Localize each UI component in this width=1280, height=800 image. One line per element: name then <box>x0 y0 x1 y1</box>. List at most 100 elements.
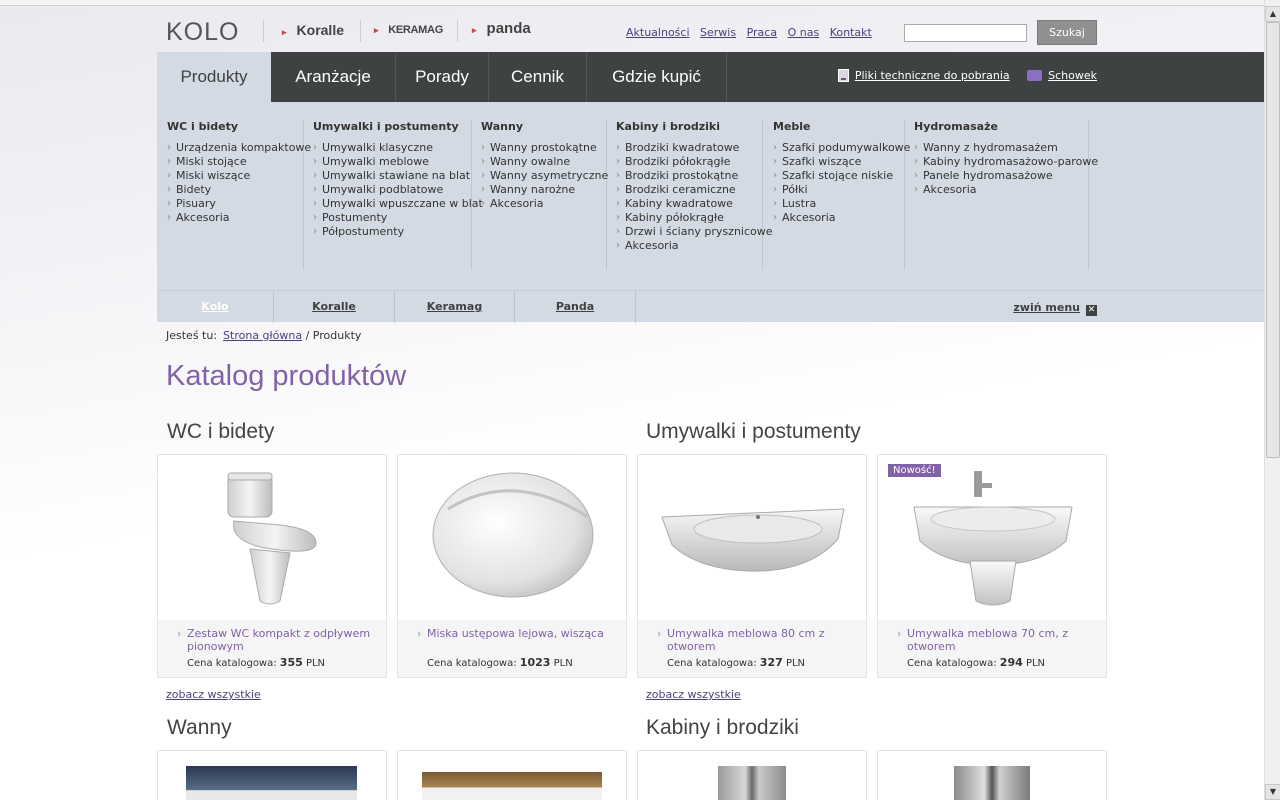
menu-item[interactable]: Postumenty <box>313 211 471 225</box>
menu-item[interactable]: Wanny owalne <box>481 155 606 169</box>
search-button[interactable]: Szukaj <box>1037 20 1097 45</box>
brand-link-keramag[interactable]: ▸ KERAMAG <box>374 24 443 36</box>
menu-item[interactable]: Akcesoria <box>481 197 606 211</box>
menu-column-washbasins: Umywalki i postumenty Umywalki klasyczne… <box>303 120 483 270</box>
menu-item[interactable]: Półki <box>773 183 904 197</box>
menu-item[interactable]: Wanny z hydromasażem <box>914 141 1088 155</box>
washbasin-image <box>661 508 845 572</box>
menu-item[interactable]: Umywalki podblatowe <box>313 183 471 197</box>
menu-column-title[interactable]: WC i bidety <box>167 120 303 133</box>
menu-item[interactable]: Szafki wiszące <box>773 155 904 169</box>
favorites-link[interactable]: Schowek <box>1048 69 1097 82</box>
top-link-contact[interactable]: Kontakt <box>830 26 872 39</box>
tab-products[interactable]: Produkty <box>157 52 271 102</box>
section-title-showers: Kabiny i brodziki <box>646 716 799 739</box>
menu-item[interactable]: Szafki podumywalkowe <box>773 141 910 155</box>
menu-item[interactable]: Półpostumenty <box>313 225 471 239</box>
menu-item[interactable]: Akcesoria <box>773 211 904 225</box>
menu-item[interactable]: Bidety <box>167 183 303 197</box>
menu-column-wc: WC i bidety Urządzenia kompaktowe Miski … <box>157 120 311 270</box>
product-name-link[interactable]: Umywalka meblowa 70 cm, z otworem <box>897 627 1097 653</box>
breadcrumb-current: / Produkty <box>305 329 362 342</box>
product-card[interactable] <box>877 750 1107 800</box>
product-price: Cena katalogowa: 327 PLN <box>667 656 805 669</box>
menu-column-title[interactable]: Umywalki i postumenty <box>313 120 471 133</box>
menu-column-title[interactable]: Kabiny i brodziki <box>616 120 762 133</box>
product-card[interactable]: Zestaw WC kompakt z odpływem pionowym Ce… <box>157 454 387 678</box>
scrollbar-thumb[interactable] <box>1266 22 1280 458</box>
menu-item[interactable]: Brodziki półokrągłe <box>616 155 762 169</box>
scroll-up-arrow-icon[interactable]: ▲ <box>1265 6 1280 22</box>
product-card[interactable]: Miska ustępowa lejowa, wisząca Cena kata… <box>397 454 627 678</box>
menu-item[interactable]: Wanny asymetryczne <box>481 169 608 183</box>
product-name-link[interactable]: Zestaw WC kompakt z odpływem pionowym <box>177 627 377 653</box>
vertical-scrollbar[interactable]: ▲ ▼ <box>1264 0 1280 800</box>
top-links: Aktualności Serwis Praca O nas Kontakt <box>626 26 879 39</box>
brand-tab-panda[interactable]: Panda <box>515 291 636 323</box>
scroll-down-arrow-icon[interactable]: ▼ <box>1265 784 1280 800</box>
product-name-link[interactable]: Miska ustępowa lejowa, wisząca <box>417 627 617 640</box>
collapse-label: zwiń menu <box>1013 301 1080 314</box>
menu-item[interactable]: Brodziki prostokątne <box>616 169 762 183</box>
menu-item[interactable]: Brodziki kwadratowe <box>616 141 762 155</box>
menu-item[interactable]: Akcesoria <box>616 239 762 253</box>
brand-link-koralle[interactable]: ▸ Koralle <box>282 22 344 38</box>
menu-item[interactable]: Pisuary <box>167 197 303 211</box>
menu-item[interactable]: Miski stojące <box>167 155 303 169</box>
menu-item[interactable]: Brodziki ceramiczne <box>616 183 762 197</box>
document-icon <box>837 69 849 82</box>
brand-tab-kolo[interactable]: Kolo <box>157 291 274 323</box>
tab-advice[interactable]: Porady <box>396 52 489 102</box>
collapse-menu-button[interactable]: zwiń menu ✕ <box>1013 301 1097 316</box>
top-link-news[interactable]: Aktualności <box>626 26 690 39</box>
search-input[interactable] <box>904 24 1027 42</box>
brand-tab-koralle[interactable]: Koralle <box>274 291 395 323</box>
menu-item[interactable]: Wanny prostokątne <box>481 141 606 155</box>
top-link-about[interactable]: O nas <box>788 26 820 39</box>
kolo-logo[interactable]: KOLO <box>166 18 239 47</box>
menu-column-title[interactable]: Wanny <box>481 120 606 133</box>
tab-prices[interactable]: Cennik <box>489 52 587 102</box>
menu-item[interactable]: Kabiny kwadratowe <box>616 197 762 211</box>
menu-item[interactable]: Wanny narożne <box>481 183 606 197</box>
menu-item[interactable]: Umywalki meblowe <box>313 155 471 169</box>
breadcrumb-home-link[interactable]: Strona główna <box>223 329 302 342</box>
menu-item[interactable]: Umywalki wpuszczane w blat <box>313 197 483 211</box>
tab-arrangements[interactable]: Aranżacje <box>271 52 396 102</box>
menu-item[interactable]: Kabiny hydromasażowo-parowe <box>914 155 1098 169</box>
product-card[interactable]: Umywalka meblowa 80 cm z otworem Cena ka… <box>637 454 867 678</box>
brand-link-panda[interactable]: ▸ panda <box>472 20 531 37</box>
see-all-washbasins-link[interactable]: zobacz wszystkie <box>646 688 741 701</box>
top-link-service[interactable]: Serwis <box>700 26 736 39</box>
brand-tab-keramag[interactable]: Keramag <box>395 291 515 323</box>
see-all-wc-link[interactable]: zobacz wszystkie <box>166 688 261 701</box>
brand-label: Koralle <box>296 22 344 38</box>
main-nav: Produkty Aranżacje Porady Cennik Gdzie k… <box>157 52 1264 102</box>
product-card[interactable] <box>397 750 627 800</box>
menu-item[interactable]: Panele hydromasażowe <box>914 169 1088 183</box>
brand-label: panda <box>486 20 531 37</box>
product-card[interactable] <box>637 750 867 800</box>
top-link-jobs[interactable]: Praca <box>747 26 778 39</box>
product-card[interactable] <box>157 750 387 800</box>
downloads-link[interactable]: Pliki techniczne do pobrania <box>855 69 1010 82</box>
breadcrumb: Jesteś tu: Strona główna / Produkty <box>166 329 361 342</box>
menu-item[interactable]: Lustra <box>773 197 904 211</box>
menu-column-title[interactable]: Meble <box>773 120 904 133</box>
price-value: 1023 <box>519 656 551 669</box>
menu-item[interactable]: Akcesoria <box>167 211 303 225</box>
menu-item[interactable]: Szafki stojące niskie <box>773 169 904 183</box>
menu-item[interactable]: Urządzenia kompaktowe <box>167 141 311 155</box>
menu-column-title[interactable]: Hydromasaże <box>914 120 1088 133</box>
product-name-link[interactable]: Umywalka meblowa 80 cm z otworem <box>657 627 857 653</box>
product-card[interactable]: Nowość! Umywalka meblowa 70 cm, z otwore… <box>877 454 1107 678</box>
section-title-wc: WC i bidety <box>167 420 275 443</box>
menu-item[interactable]: Umywalki stawiane na blat <box>313 169 471 183</box>
menu-item[interactable]: Akcesoria <box>914 183 1088 197</box>
tab-where-to-buy[interactable]: Gdzie kupić <box>587 52 727 102</box>
menu-item[interactable]: Umywalki klasyczne <box>313 141 471 155</box>
folder-icon <box>1027 70 1043 81</box>
menu-item[interactable]: Drzwi i ściany prysznicowe <box>616 225 773 239</box>
menu-item[interactable]: Miski wiszące <box>167 169 303 183</box>
menu-item[interactable]: Kabiny półokrągłe <box>616 211 762 225</box>
